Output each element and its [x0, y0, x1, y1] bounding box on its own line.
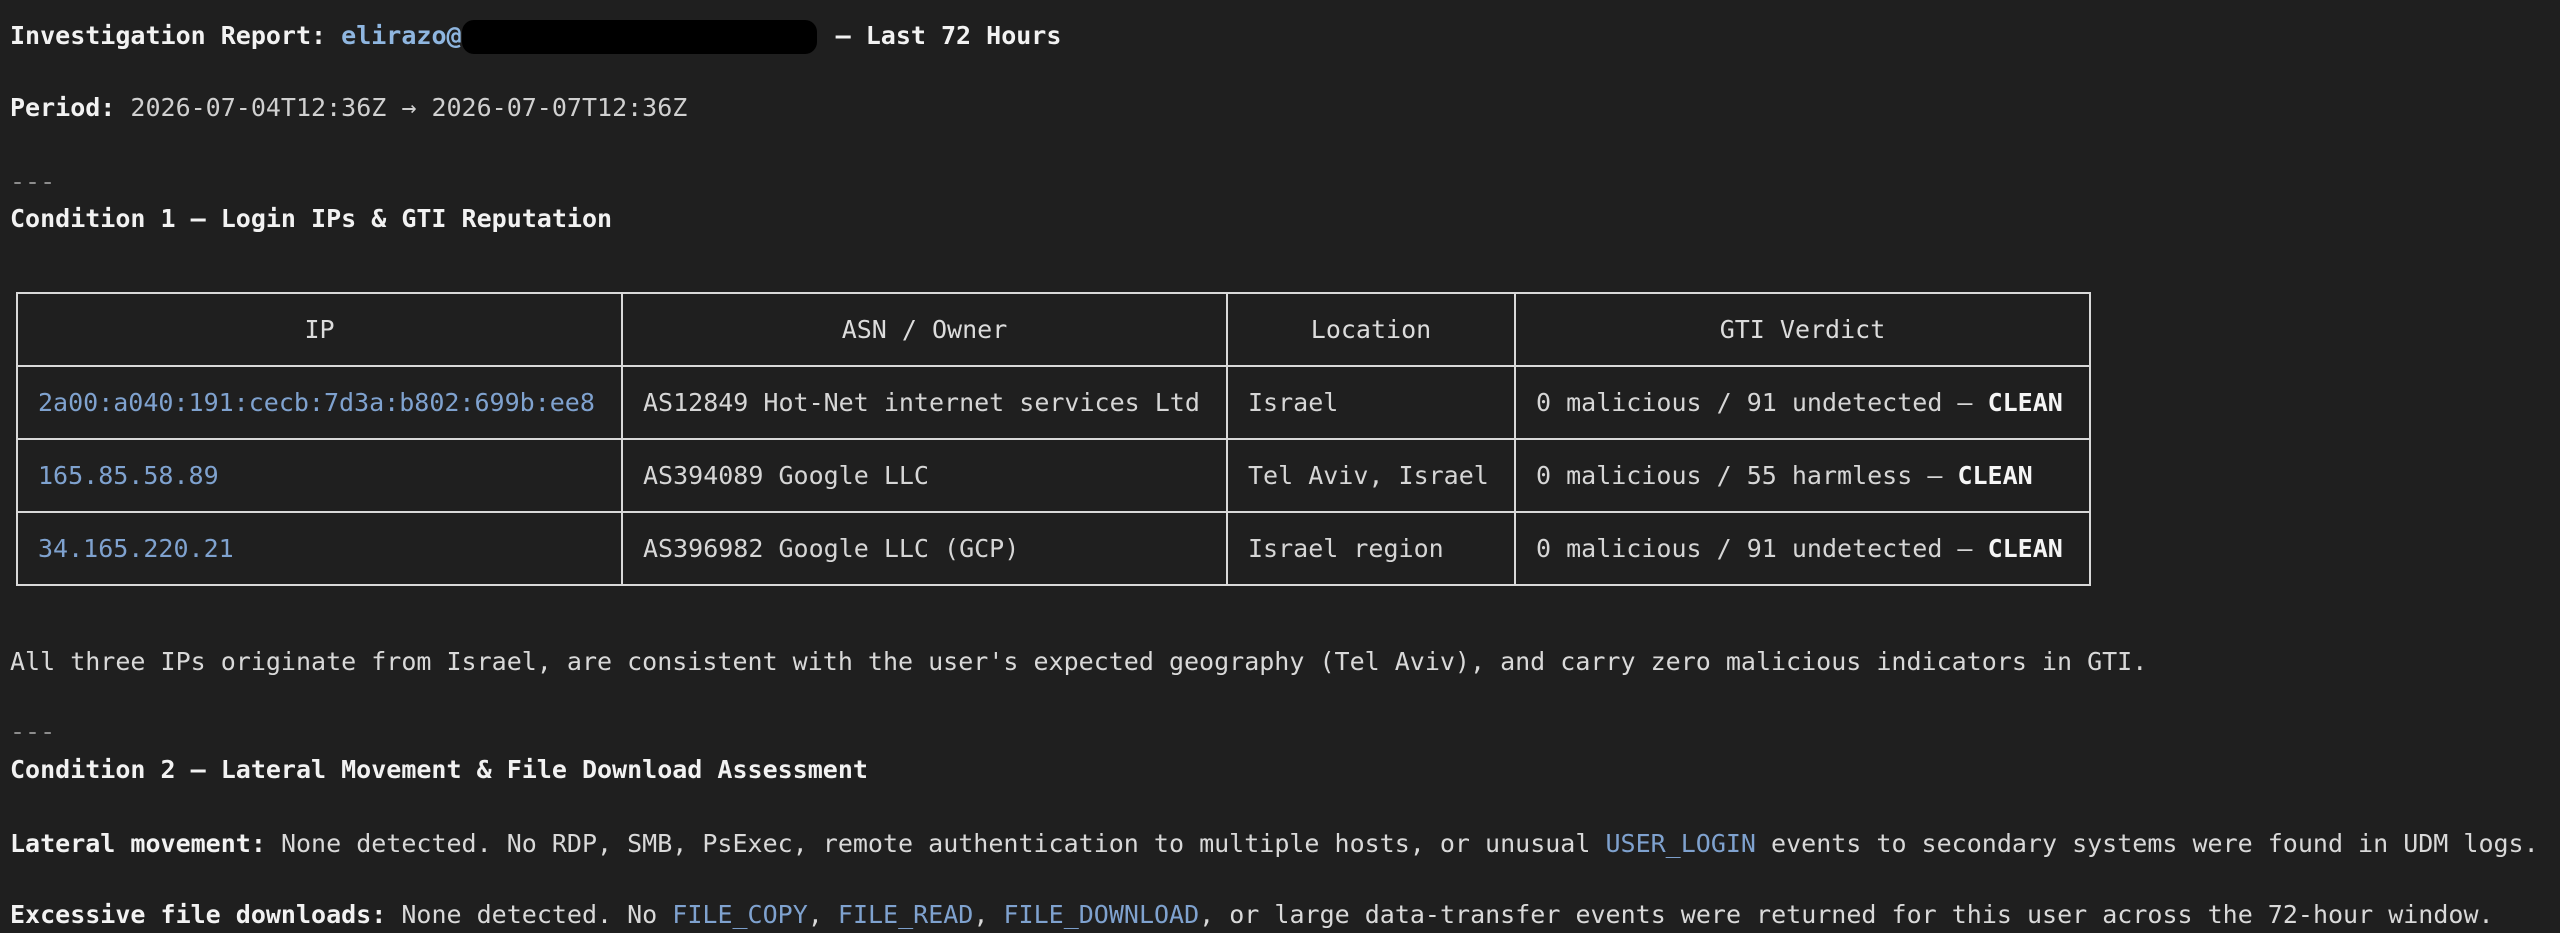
code-file-read: FILE_READ	[837, 900, 974, 929]
ip-cell: 2a00:a040:191:cecb:7d3a:b802:699b:ee8	[16, 365, 623, 440]
table-row: 165.85.58.89 AS394089 Google LLC Tel Avi…	[16, 438, 2091, 513]
verdict-cell: 0 malicious / 91 undetected — CLEAN	[1514, 365, 2091, 440]
lateral-movement-line: Lateral movement: None detected. No RDP,…	[10, 828, 2539, 860]
separator: ,	[807, 900, 823, 929]
verdict-cell: 0 malicious / 55 harmless — CLEAN	[1514, 438, 2091, 513]
verdict-text: 0 malicious / 55 harmless —	[1536, 461, 1943, 490]
lateral-text-before: None detected. No RDP, SMB, PsExec, remo…	[280, 829, 1591, 858]
ip-cell: 34.165.220.21	[16, 511, 623, 586]
table-header-row: IP ASN / Owner Location GTI Verdict	[16, 292, 2091, 367]
ip-reputation-table: IP ASN / Owner Location GTI Verdict 2a00…	[16, 292, 2091, 586]
period-value: 2026-07-04T12:36Z → 2026-07-07T12:36Z	[130, 93, 688, 122]
verdict-text: 0 malicious / 91 undetected —	[1536, 534, 1973, 563]
lateral-label: Lateral movement:	[10, 829, 266, 858]
user-email: elirazo@	[341, 21, 462, 50]
lateral-code: USER_LOGIN	[1605, 829, 1756, 858]
ip-cell: 165.85.58.89	[16, 438, 623, 513]
title-prefix: Investigation Report:	[10, 21, 327, 50]
condition2-heading: Condition 2 — Lateral Movement & File Do…	[10, 755, 868, 784]
period-label: Period:	[10, 93, 116, 122]
column-header-verdict: GTI Verdict	[1514, 292, 2091, 367]
downloads-text-before: None detected. No	[401, 900, 658, 929]
verdict-text: 0 malicious / 91 undetected —	[1536, 388, 1973, 417]
asn-cell: AS12849 Hot-Net internet services Ltd	[621, 365, 1228, 440]
downloads-text-after: , or large data-transfer events were ret…	[1199, 900, 2494, 929]
downloads-label: Excessive file downloads:	[10, 900, 387, 929]
location-cell: Israel region	[1226, 511, 1516, 586]
column-header-ip: IP	[16, 292, 623, 367]
divider: ---	[10, 167, 56, 196]
status-badge: CLEAN	[1957, 461, 2033, 490]
verdict-cell: 0 malicious / 91 undetected — CLEAN	[1514, 511, 2091, 586]
column-header-location: Location	[1226, 292, 1516, 367]
location-cell: Tel Aviv, Israel	[1226, 438, 1516, 513]
table-row: 2a00:a040:191:cecb:7d3a:b802:699b:ee8 AS…	[16, 365, 2091, 440]
lateral-text-after: events to secondary systems were found i…	[1771, 829, 2539, 858]
period-line: Period: 2026-07-04T12:36Z → 2026-07-07T1…	[10, 92, 687, 124]
redaction-bar	[461, 20, 817, 54]
location-cell: Israel	[1226, 365, 1516, 440]
status-badge: CLEAN	[1987, 534, 2063, 563]
title-suffix: — Last 72 Hours	[835, 21, 1062, 50]
asn-cell: AS396982 Google LLC (GCP)	[621, 511, 1228, 586]
divider: ---	[10, 717, 56, 746]
code-file-copy: FILE_COPY	[672, 900, 808, 929]
asn-cell: AS394089 Google LLC	[621, 438, 1228, 513]
summary-text: All three IPs originate from Israel, are…	[10, 647, 2148, 676]
file-downloads-line: Excessive file downloads: None detected.…	[10, 899, 2494, 931]
code-file-download: FILE_DOWNLOAD	[1003, 900, 1200, 929]
table-row: 34.165.220.21 AS396982 Google LLC (GCP) …	[16, 511, 2091, 586]
condition1-heading: Condition 1 — Login IPs & GTI Reputation	[10, 204, 613, 233]
separator: ,	[973, 900, 989, 929]
column-header-asn: ASN / Owner	[621, 292, 1228, 367]
report-title: Investigation Report: elirazo@ — Last 72…	[10, 20, 1061, 54]
status-badge: CLEAN	[1987, 388, 2063, 417]
